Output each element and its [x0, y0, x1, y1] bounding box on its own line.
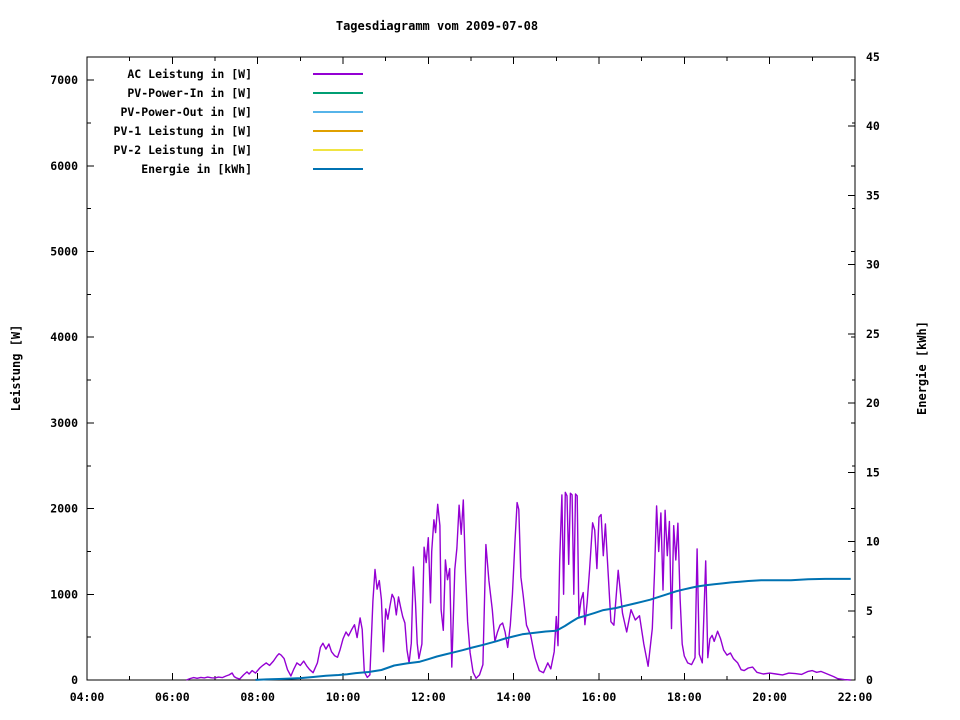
left-axis-tick-label: 3000	[50, 416, 78, 430]
left-axis-tick-label: 1000	[50, 587, 78, 601]
series-line-ac-leistung-in-w	[186, 491, 851, 681]
series-line-energie-in-kwh	[255, 577, 851, 681]
left-axis-tick-label: 5000	[50, 245, 78, 259]
right-axis-tick-label: 40	[866, 119, 880, 133]
left-axis-tick-label: 6000	[50, 159, 78, 173]
right-axis-tick-label: 0	[866, 673, 873, 687]
left-axis-tick-label: 7000	[50, 73, 78, 87]
x-axis-tick-label: 22:00	[838, 690, 873, 704]
x-axis-tick-label: 06:00	[155, 690, 190, 704]
chart-canvas: 04:00 06:00 08:00 10:00 12:00 14:00 16:00 18:00…	[0, 0, 960, 720]
legend-label-pv-power-out-in-w: PV-Power-Out in [W]	[120, 105, 252, 119]
plot-area: 04:00 06:00 08:00 10:00 12:00 14:00 16:00 18:00…	[50, 50, 880, 704]
right-axis-tick-label: 15	[866, 465, 880, 479]
right-axis-tick-label: 45	[866, 50, 880, 64]
right-axis-tick-label: 20	[866, 396, 880, 410]
left-axis-title: Leistung [W]	[9, 324, 23, 412]
right-axis-tick-label: 10	[866, 535, 880, 549]
x-axis-tick-label: 20:00	[752, 690, 787, 704]
chart-title: Tagesdiagramm vom 2009-07-08	[335, 19, 539, 33]
x-axis-tick-label: 18:00	[667, 690, 702, 704]
legend-label-pv-power-in-in-w: PV-Power-In in [W]	[127, 86, 252, 100]
x-axis-tick-label: 04:00	[70, 690, 105, 704]
legend-label-pv-1-leistung-in-w: PV-1 Leistung in [W]	[114, 124, 252, 138]
x-axis-tick-label: 10:00	[326, 690, 361, 704]
x-axis-tick-label: 14:00	[496, 690, 531, 704]
left-axis-tick-label: 0	[71, 673, 78, 687]
x-axis-tick-label: 16:00	[582, 690, 617, 704]
legend-label-ac-leistung-in-w: AC Leistung in [W]	[127, 67, 252, 81]
left-axis-tick-label: 4000	[50, 330, 78, 344]
right-axis-tick-label: 30	[866, 258, 880, 272]
legend-label-energie-in-kwh: Energie in [kWh]	[141, 162, 252, 176]
right-axis-tick-label: 35	[866, 188, 880, 202]
right-axis-tick-label: 25	[866, 327, 880, 341]
legend-label-pv-2-leistung-in-w: PV-2 Leistung in [W]	[114, 143, 252, 157]
right-axis-title: Energie [kWh]	[915, 321, 929, 415]
left-axis-tick-label: 2000	[50, 502, 78, 516]
right-axis-tick-label: 5	[866, 604, 873, 618]
x-axis-tick-label: 12:00	[411, 690, 446, 704]
x-axis-tick-label: 08:00	[240, 690, 275, 704]
